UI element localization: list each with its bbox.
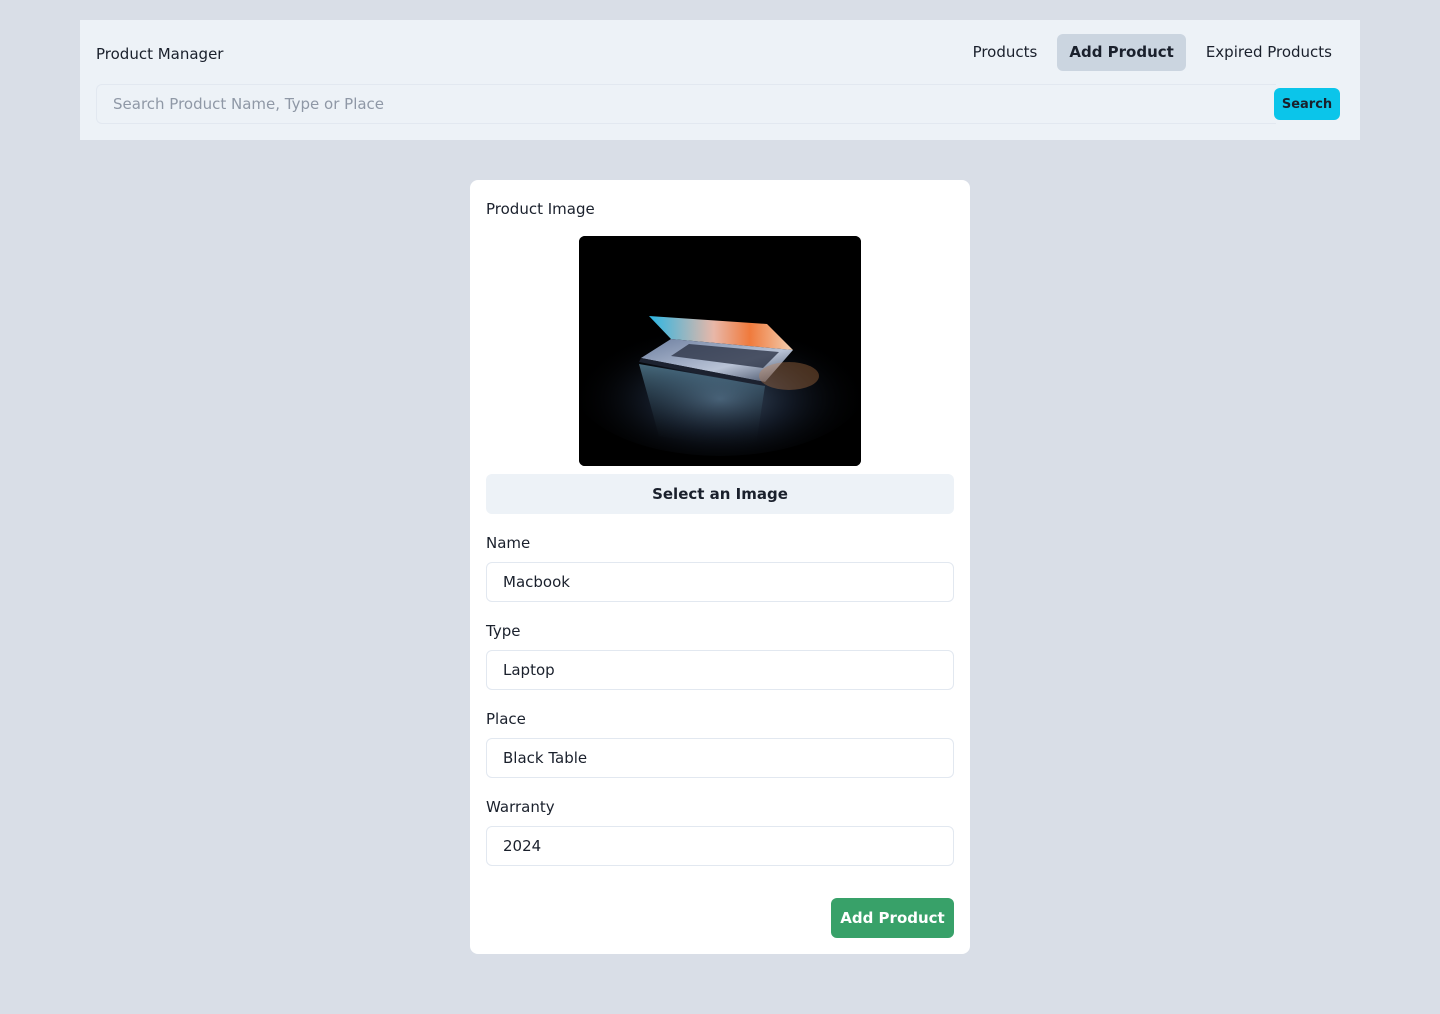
nav-item-expired-products[interactable]: Expired Products <box>1194 34 1344 71</box>
name-label: Name <box>486 534 531 552</box>
brand-title: Product Manager <box>96 45 224 63</box>
product-image-label: Product Image <box>486 200 595 218</box>
search-input[interactable] <box>96 84 1276 124</box>
name-field[interactable] <box>486 562 954 602</box>
warranty-field[interactable] <box>486 826 954 866</box>
warranty-label: Warranty <box>486 798 555 816</box>
add-product-form: Product Image Select an Image Name Macbo… <box>470 180 970 954</box>
type-label: Type <box>486 622 521 640</box>
type-field[interactable] <box>486 650 954 690</box>
product-image-preview <box>579 236 861 466</box>
select-image-button[interactable]: Select an Image <box>486 474 954 514</box>
laptop-photo <box>579 236 861 466</box>
nav-item-products[interactable]: Products <box>961 34 1050 71</box>
add-product-button[interactable]: Add Product <box>831 898 954 938</box>
search-bar: Search <box>96 84 1340 124</box>
nav-item-add-product[interactable]: Add Product <box>1057 34 1186 71</box>
app-header: Product Manager Products Add Product Exp… <box>80 20 1360 140</box>
search-button[interactable]: Search <box>1274 88 1340 120</box>
place-field[interactable] <box>486 738 954 778</box>
place-label: Place <box>486 710 526 728</box>
main-nav: Products Add Product Expired Products <box>961 34 1344 71</box>
